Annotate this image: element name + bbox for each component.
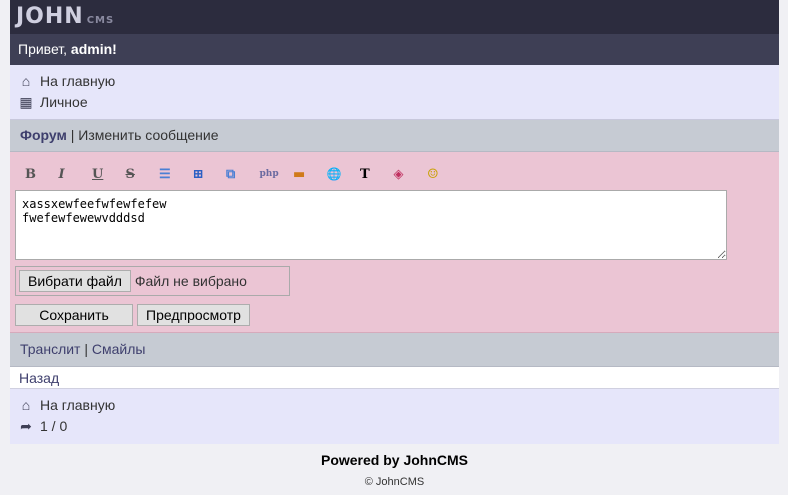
logo[interactable]: JOHN CMS — [16, 4, 114, 29]
back-link[interactable]: Назад — [19, 370, 59, 386]
list-icon[interactable]: ☰ — [159, 167, 193, 182]
choose-file-button[interactable]: Вибрати файл — [19, 270, 131, 292]
home-icon: ⌂ — [21, 397, 31, 413]
menu-item-home[interactable]: ⌂ На главную — [18, 71, 771, 92]
bbcode-toolbar: B I U S ☰ ⊞ ⧉ php ▬ 🌐 T ◈ ☺ — [25, 162, 774, 186]
italic-icon[interactable]: I — [59, 167, 93, 182]
share-icon: ➦ — [20, 418, 32, 434]
underline-icon[interactable]: U — [92, 167, 126, 182]
menu-item-home[interactable]: ⌂ На главную — [18, 395, 771, 416]
top-menu: ⌂ На главную ▦ Личное — [10, 65, 779, 120]
menu-label: На главную — [40, 73, 116, 89]
smiles-link[interactable]: Смайлы — [92, 341, 146, 357]
edit-form: B I U S ☰ ⊞ ⧉ php ▬ 🌐 T ◈ ☺ Вибрати файл… — [10, 152, 779, 333]
page: JOHN CMS Привет, admin! ⌂ На главную ▦ Личн… — [10, 0, 779, 488]
preview-button[interactable]: Предпросмотр — [137, 304, 250, 326]
bg-color-icon[interactable]: ◈ — [394, 167, 428, 182]
image-icon[interactable]: ▬ — [293, 167, 327, 182]
file-status: Файл не вибрано — [134, 273, 247, 289]
quote-icon[interactable]: ⧉ — [226, 167, 260, 182]
home-icon: ⌂ — [21, 73, 31, 89]
back-bar: Назад — [10, 367, 779, 389]
forum-link[interactable]: Форум — [20, 127, 67, 143]
php-icon[interactable]: php — [260, 169, 294, 179]
message-textarea[interactable] — [15, 190, 727, 260]
separator: | — [66, 127, 79, 143]
bold-icon[interactable]: B — [25, 167, 59, 182]
spoiler-icon[interactable]: ⊞ — [193, 167, 227, 182]
url-icon[interactable]: 🌐 — [327, 167, 361, 181]
menu-item-personal[interactable]: ▦ Личное — [18, 92, 771, 113]
page-title: Изменить сообщение — [78, 127, 219, 143]
file-input[interactable]: Вибрати файл Файл не вибрано — [15, 266, 290, 296]
breadcrumb: Форум | Изменить сообщение — [10, 120, 779, 152]
username: admin — [70, 41, 113, 57]
greeting-suffix: ! — [112, 41, 117, 57]
greeting-bar: Привет, admin! — [10, 34, 779, 65]
counter-label: 1 / 0 — [40, 418, 68, 434]
save-button[interactable]: Сохранить — [15, 304, 133, 326]
powered-by: Powered by JohnCMS — [320, 452, 469, 468]
logo-sub: CMS — [86, 15, 115, 26]
extras-bar: Транслит | Смайлы — [10, 333, 779, 367]
header: JOHN CMS — [10, 0, 779, 34]
menu-label: На главную — [40, 397, 116, 413]
grid-icon: ▦ — [19, 94, 33, 110]
greeting-prefix: Привет, — [18, 41, 71, 57]
translit-link[interactable]: Транслит — [20, 341, 80, 357]
online-counter[interactable]: ➦ 1 / 0 — [18, 416, 771, 437]
text-color-icon[interactable]: T — [360, 167, 394, 182]
bottom-menu: ⌂ На главную ➦ 1 / 0 — [10, 389, 779, 444]
smile-icon[interactable]: ☺ — [427, 167, 461, 182]
copyright: © JohnCMS — [364, 476, 425, 488]
logo-text: JOHN — [16, 4, 84, 29]
separator: | — [80, 341, 92, 357]
strike-icon[interactable]: S — [126, 167, 160, 182]
menu-label: Личное — [40, 94, 88, 110]
